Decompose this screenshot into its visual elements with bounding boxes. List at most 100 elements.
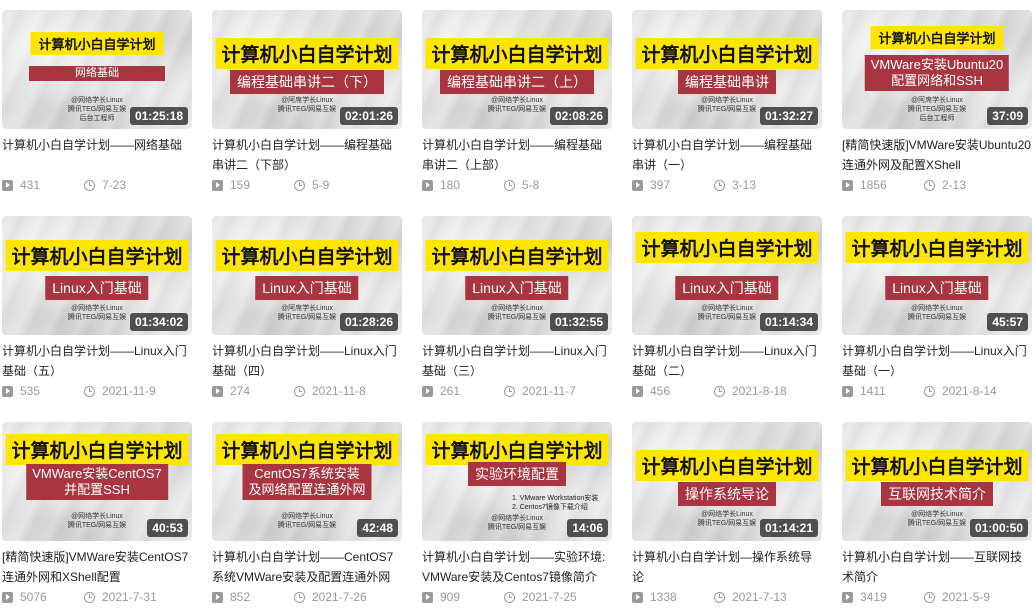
video-title[interactable]: 计算机小白自学计划——Linux入门基础（五）	[2, 341, 192, 381]
video-meta: 535 2021-11-9	[2, 383, 192, 399]
play-count: 456	[650, 384, 671, 398]
thumbnail-subtitle-line: CentOS7系统安装	[254, 466, 360, 481]
duration-badge: 01:28:26	[339, 313, 398, 331]
thumbnail-subtitle: 互联网技术简介	[881, 482, 993, 506]
thumbnail-subtitle: 编程基础串讲二（上）	[440, 70, 594, 94]
video-thumbnail[interactable]: 计算机小白自学计划 VMWare安装Ubuntu20 配置网络和SSH @阿席学长Li…	[842, 10, 1032, 129]
video-thumbnail[interactable]: 计算机小白自学计划 编程基础串讲 @网络学长Linux 腾讯TEG/网易互娱 01:32…	[632, 10, 822, 129]
thumbnail-credit-line: 腾讯TEG/网易互娱	[697, 314, 757, 321]
video-title[interactable]: 计算机小白自学计划——网络基础	[2, 135, 192, 175]
video-meta: 261 2021-11-7	[422, 383, 612, 399]
video-card[interactable]: 计算机小白自学计划 Linux入门基础 @网络学长Linux 腾讯TEG/网易互娱 01…	[2, 216, 192, 399]
video-thumbnail[interactable]: 计算机小白自学计划 Linux入门基础 @阿席学长Linux 腾讯TEG/网易互娱 01…	[212, 216, 402, 335]
thumbnail-title: 计算机小白自学计划	[635, 38, 819, 69]
thumbnail-subtitle-line: Linux入门基础	[262, 280, 352, 296]
thumbnail-subtitle: VMWare安装CentOS7 并配置SSH	[26, 464, 168, 500]
video-thumbnail[interactable]: 计算机小白自学计划 操作系统导论 @网络学长Linux 腾讯TEG/网易互娱 01:14…	[632, 422, 822, 541]
thumbnail-subtitle-line: Linux入门基础	[52, 280, 142, 296]
thumbnail-credit-line: 腾讯TEG/网易互娱	[697, 106, 757, 113]
video-meta: 159 5-9	[212, 177, 402, 193]
video-title[interactable]: 计算机小白自学计划——Linux入门基础（四）	[212, 341, 402, 381]
thumbnail-credit-line: 腾讯TEG/网易互娱	[907, 520, 967, 527]
video-card[interactable]: 计算机小白自学计划 Linux入门基础 @网络学长Linux 腾讯TEG/网易互娱 01…	[632, 216, 822, 399]
thumbnail-credit-line: @阿席学长Linux	[281, 305, 333, 312]
thumbnail-credit-line: 腾讯TEG/网易互娱	[67, 314, 127, 321]
video-thumbnail[interactable]: 计算机小白自学计划 网络基础 @网络学长Linux 腾讯TEG/网易互娱 后台工程师 01…	[2, 10, 192, 129]
thumbnail-credit: @网络学长Linux 腾讯TEG/网易互娱	[908, 304, 966, 322]
upload-date: 2021-8-18	[732, 384, 787, 398]
video-title[interactable]: 计算机小白自学计划——编程基础串讲（一）	[632, 135, 822, 175]
video-thumbnail[interactable]: 计算机小白自学计划 CentOS7系统安装 及网络配置连通外网 @网络学长Linux 腾…	[212, 422, 402, 541]
thumbnail-credit: @网络学长Linux 腾讯TEG/网易互娱	[698, 510, 756, 528]
video-thumbnail[interactable]: 计算机小白自学计划 编程基础串讲二（上） @网络学长Linux 腾讯TEG/网易互娱 0…	[422, 10, 612, 129]
video-card[interactable]: 计算机小白自学计划 操作系统导论 @网络学长Linux 腾讯TEG/网易互娱 01:14…	[632, 422, 822, 605]
thumbnail-credit: @网络学长Linux 腾讯TEG/网易互娱	[278, 512, 336, 530]
clock-icon	[714, 179, 725, 191]
video-thumbnail[interactable]: 计算机小白自学计划 编程基础串讲二（下） @阿席学长Linux 腾讯TEG/网易互娱 0…	[212, 10, 402, 129]
upload-date: 3-13	[732, 178, 757, 192]
video-title[interactable]: 计算机小白自学计划——编程基础串讲二（下部）	[212, 135, 402, 175]
thumbnail-title: 计算机小白自学计划	[425, 434, 609, 465]
video-thumbnail[interactable]: 计算机小白自学计划 Linux入门基础 @网络学长Linux 腾讯TEG/网易互娱 01…	[632, 216, 822, 335]
upload-date: 2021-11-9	[102, 384, 156, 398]
video-thumbnail[interactable]: 计算机小白自学计划 实验环境配置 1. VMware Workstation安装 2.…	[422, 422, 612, 541]
thumbnail-title: 计算机小白自学计划	[5, 240, 189, 271]
thumbnail-subtitle-line: 网络基础	[75, 67, 119, 79]
video-title[interactable]: 计算机小白自学计划——Linux入门基础（二）	[632, 341, 822, 381]
video-thumbnail[interactable]: 计算机小白自学计划 互联网技术简介 @网络学长Linux 腾讯TEG/网易互娱 01:0…	[842, 422, 1032, 541]
video-thumbnail[interactable]: 计算机小白自学计划 Linux入门基础 @网络学长Linux 腾讯TEG/网易互娱 01…	[2, 216, 192, 335]
thumbnail-title: 计算机小白自学计划	[425, 240, 609, 271]
video-card[interactable]: 计算机小白自学计划 编程基础串讲 @网络学长Linux 腾讯TEG/网易互娱 01:32…	[632, 10, 822, 193]
video-title[interactable]: 计算机小白自学计划——实验环境:VMWare安装及Centos7镜像简介	[422, 547, 612, 587]
video-thumbnail[interactable]: 计算机小白自学计划 Linux入门基础 @网络学长Linux 腾讯TEG/网易互娱 01…	[422, 216, 612, 335]
video-meta: 1856 2-13	[842, 177, 1032, 193]
thumbnail-title: 计算机小白自学计划	[635, 450, 819, 481]
video-card[interactable]: 计算机小白自学计划 网络基础 @网络学长Linux 腾讯TEG/网易互娱 后台工程师 01…	[2, 10, 192, 193]
video-card[interactable]: 计算机小白自学计划 CentOS7系统安装 及网络配置连通外网 @网络学长Linux 腾…	[212, 422, 402, 605]
thumbnail-title: 计算机小白自学计划	[845, 232, 1029, 263]
play-count: 535	[20, 384, 41, 398]
video-card[interactable]: 计算机小白自学计划 编程基础串讲二（下） @阿席学长Linux 腾讯TEG/网易互娱 0…	[212, 10, 402, 193]
thumbnail-credit: @阿席学长Linux 腾讯TEG/网易互娱 后台工程师	[908, 96, 966, 123]
thumbnail-subtitle-line: 实验环境配置	[475, 466, 559, 482]
thumbnail-credit-line: 腾讯TEG/网易互娱	[277, 106, 337, 113]
thumbnail-subtitle: Linux入门基础	[45, 276, 149, 300]
video-thumbnail[interactable]: 计算机小白自学计划 Linux入门基础 @网络学长Linux 腾讯TEG/网易互娱 45…	[842, 216, 1032, 335]
thumbnail-subtitle-line: Linux入门基础	[892, 280, 982, 296]
play-count: 431	[20, 178, 41, 192]
video-card[interactable]: 计算机小白自学计划 互联网技术简介 @网络学长Linux 腾讯TEG/网易互娱 01:0…	[842, 422, 1032, 605]
video-title[interactable]: 计算机小白自学计划——Linux入门基础（一）	[842, 341, 1032, 381]
thumbnail-subtitle-line: 配置网络和SSH	[891, 73, 983, 88]
thumbnail-credit-line: 腾讯TEG/网易互娱	[487, 106, 547, 113]
thumbnail-credit: @阿席学长Linux 腾讯TEG/网易互娱	[278, 304, 336, 322]
video-meta: 397 3-13	[632, 177, 822, 193]
thumbnail-credit-line: 后台工程师	[79, 115, 115, 122]
video-title[interactable]: 计算机小白自学计划——CentOS7系统VMWare安装及配置连通外网	[212, 547, 402, 587]
video-card[interactable]: 计算机小白自学计划 VMWare安装CentOS7 并配置SSH @网络学长Linux…	[2, 422, 192, 605]
play-count-icon	[842, 385, 853, 397]
clock-icon	[294, 179, 305, 191]
video-card[interactable]: 计算机小白自学计划 实验环境配置 1. VMware Workstation安装 2.…	[422, 422, 612, 605]
video-title[interactable]: 计算机小白自学计划—操作系统导论	[632, 547, 822, 587]
duration-badge: 42:48	[357, 519, 398, 537]
video-card[interactable]: 计算机小白自学计划 VMWare安装Ubuntu20 配置网络和SSH @阿席学长Li…	[842, 10, 1032, 193]
play-count: 261	[440, 384, 461, 398]
clock-icon	[84, 179, 95, 191]
video-title[interactable]: [精简快速版]VMWare安装Ubuntu20连通外网及配置XShell	[842, 135, 1032, 175]
play-count-icon	[212, 385, 223, 397]
video-card[interactable]: 计算机小白自学计划 Linux入门基础 @网络学长Linux 腾讯TEG/网易互娱 45…	[842, 216, 1032, 399]
upload-date: 2021-11-7	[522, 384, 576, 398]
thumbnail-credit: @阿席学长Linux 腾讯TEG/网易互娱	[278, 96, 336, 114]
video-card[interactable]: 计算机小白自学计划 Linux入门基础 @阿席学长Linux 腾讯TEG/网易互娱 01…	[212, 216, 402, 399]
thumbnail-subtitle-line: Linux入门基础	[472, 280, 562, 296]
thumbnail-subtitle: Linux入门基础	[885, 276, 989, 300]
video-card[interactable]: 计算机小白自学计划 编程基础串讲二（上） @网络学长Linux 腾讯TEG/网易互娱 0…	[422, 10, 612, 193]
video-card[interactable]: 计算机小白自学计划 Linux入门基础 @网络学长Linux 腾讯TEG/网易互娱 01…	[422, 216, 612, 399]
video-title[interactable]: 计算机小白自学计划——互联网技术简介	[842, 547, 1032, 587]
clock-icon	[714, 385, 725, 397]
video-title[interactable]: 计算机小白自学计划——Linux入门基础（三）	[422, 341, 612, 381]
video-title[interactable]: [精简快速版]VMWare安装CentOS7连通外网和XShell配置	[2, 547, 192, 587]
thumbnail-credit-line: @网络学长Linux	[701, 511, 753, 518]
video-title[interactable]: 计算机小白自学计划——编程基础串讲二（上部）	[422, 135, 612, 175]
video-thumbnail[interactable]: 计算机小白自学计划 VMWare安装CentOS7 并配置SSH @网络学长Linux…	[2, 422, 192, 541]
